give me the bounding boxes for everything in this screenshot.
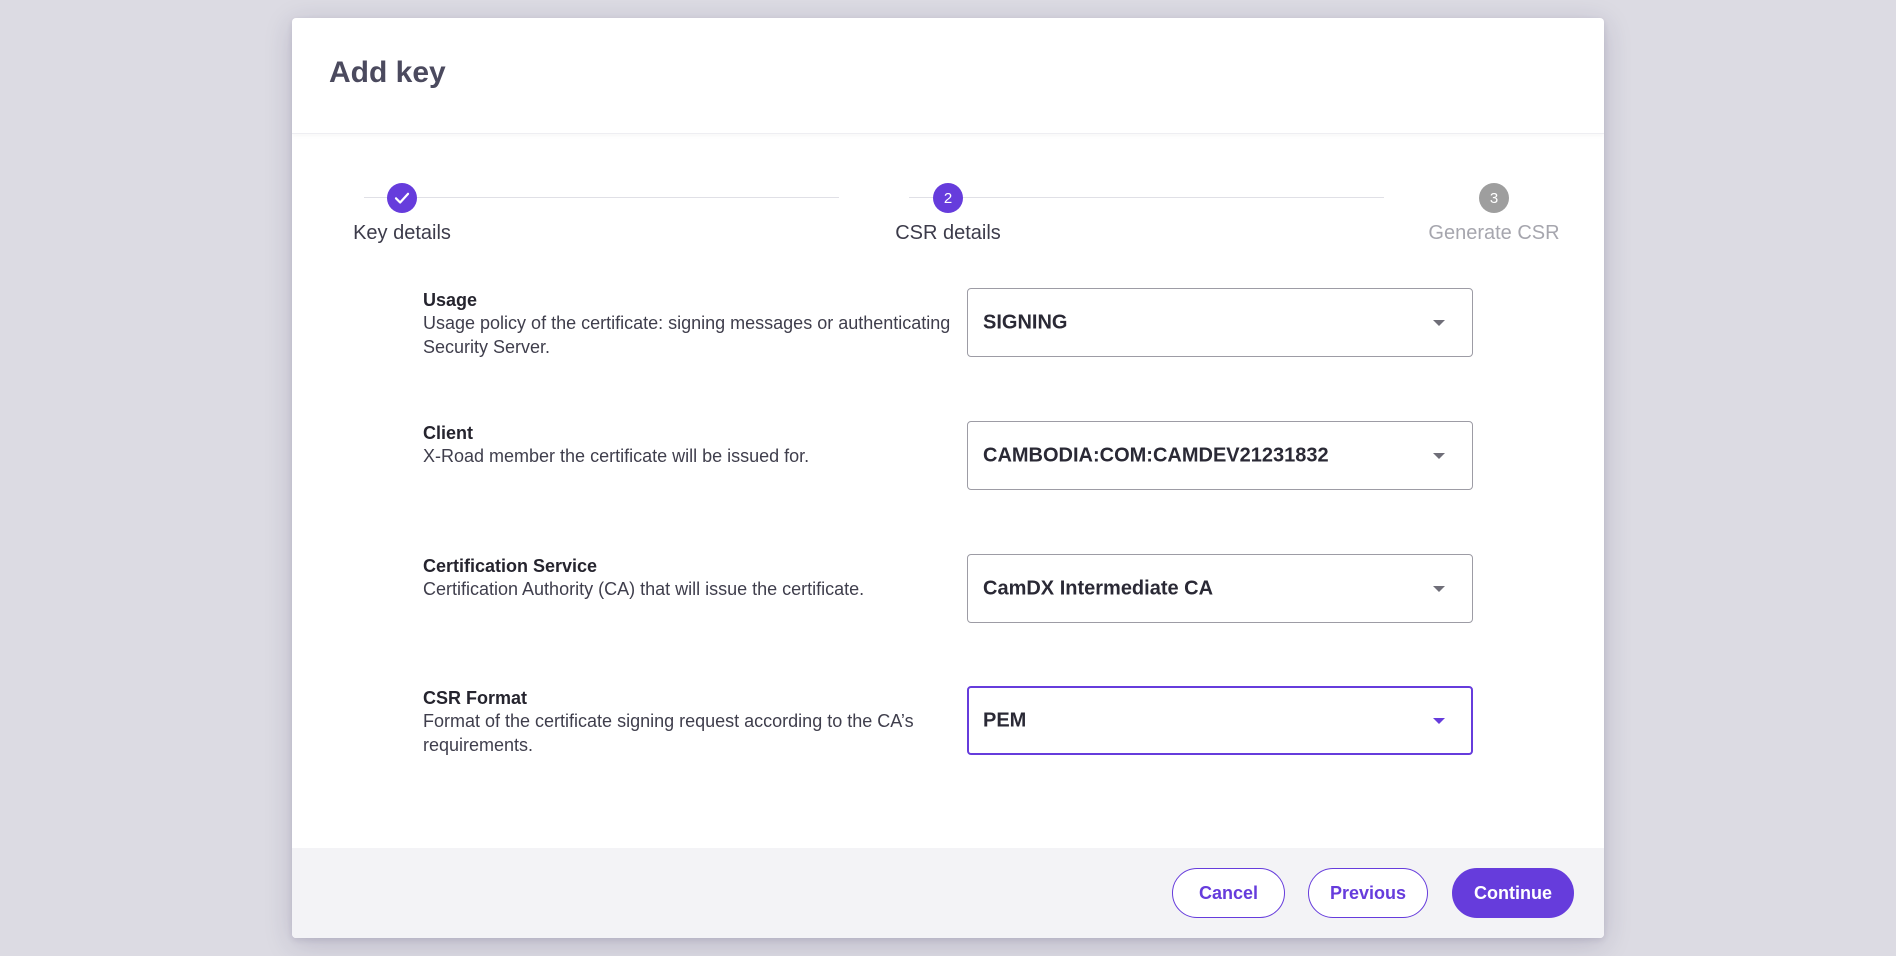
dialog-footer: Cancel Previous Continue	[292, 848, 1604, 938]
csr-format-select-value: PEM	[983, 709, 1027, 731]
client-description: X-Road member the certificate will be is…	[423, 446, 810, 466]
stepper-connector	[909, 197, 1384, 198]
usage-label: Usage	[423, 290, 478, 310]
step-3-indicator: 3	[1479, 183, 1509, 213]
chevron-down-icon	[1433, 319, 1445, 326]
stepper: Key details 2 CSR details 3 Generate CSR	[292, 133, 1604, 253]
cancel-button[interactable]: Cancel	[1172, 868, 1285, 918]
csr-format-row: CSR Format Format of the certificate sig…	[292, 686, 1604, 757]
client-select[interactable]: CAMBODIA:COM:CAMDEV21231832	[967, 421, 1473, 490]
step-3-number: 3	[1489, 189, 1499, 207]
certification-service-row: Certification Service Certification Auth…	[292, 554, 1604, 625]
csr-format-description: Format of the certificate signing reques…	[423, 711, 914, 755]
csr-format-info: CSR Format Format of the certificate sig…	[423, 687, 953, 757]
usage-info: Usage Usage policy of the certificate: s…	[423, 289, 953, 359]
add-key-dialog: Add key Key details 2 CSR details 3 Gene…	[292, 18, 1604, 938]
certification-service-description: Certification Authority (CA) that will i…	[423, 579, 865, 599]
client-row: Client X-Road member the certificate wil…	[292, 421, 1604, 492]
certification-service-label: Certification Service	[423, 556, 598, 576]
certification-service-select[interactable]: CamDX Intermediate CA	[967, 554, 1473, 623]
chevron-down-icon	[1433, 717, 1445, 724]
client-select-value: CAMBODIA:COM:CAMDEV21231832	[983, 444, 1329, 466]
step-3-label: Generate CSR	[1428, 222, 1560, 244]
step-2-number: 2	[943, 189, 953, 207]
dialog-title: Add key	[329, 56, 446, 89]
csr-format-select[interactable]: PEM	[967, 686, 1473, 755]
csr-format-label: CSR Format	[423, 688, 528, 708]
step-2-label: CSR details	[895, 222, 1001, 244]
stepper-connector	[364, 197, 839, 198]
check-icon	[394, 192, 410, 204]
chevron-down-icon	[1433, 585, 1445, 592]
dialog-header: Add key	[292, 18, 1604, 134]
client-info: Client X-Road member the certificate wil…	[423, 422, 953, 468]
usage-select-value: SIGNING	[983, 311, 1068, 333]
client-label: Client	[423, 423, 474, 443]
usage-description: Usage policy of the certificate: signing…	[423, 313, 951, 357]
usage-row: Usage Usage policy of the certificate: s…	[292, 288, 1604, 359]
certification-service-select-value: CamDX Intermediate CA	[983, 577, 1214, 599]
previous-button[interactable]: Previous	[1308, 868, 1428, 918]
step-2-indicator: 2	[933, 183, 963, 213]
continue-button[interactable]: Continue	[1452, 868, 1574, 918]
usage-select[interactable]: SIGNING	[967, 288, 1473, 357]
chevron-down-icon	[1433, 452, 1445, 459]
step-1-label: Key details	[353, 222, 451, 244]
step-1-indicator	[387, 183, 417, 213]
certification-service-info: Certification Service Certification Auth…	[423, 555, 953, 601]
